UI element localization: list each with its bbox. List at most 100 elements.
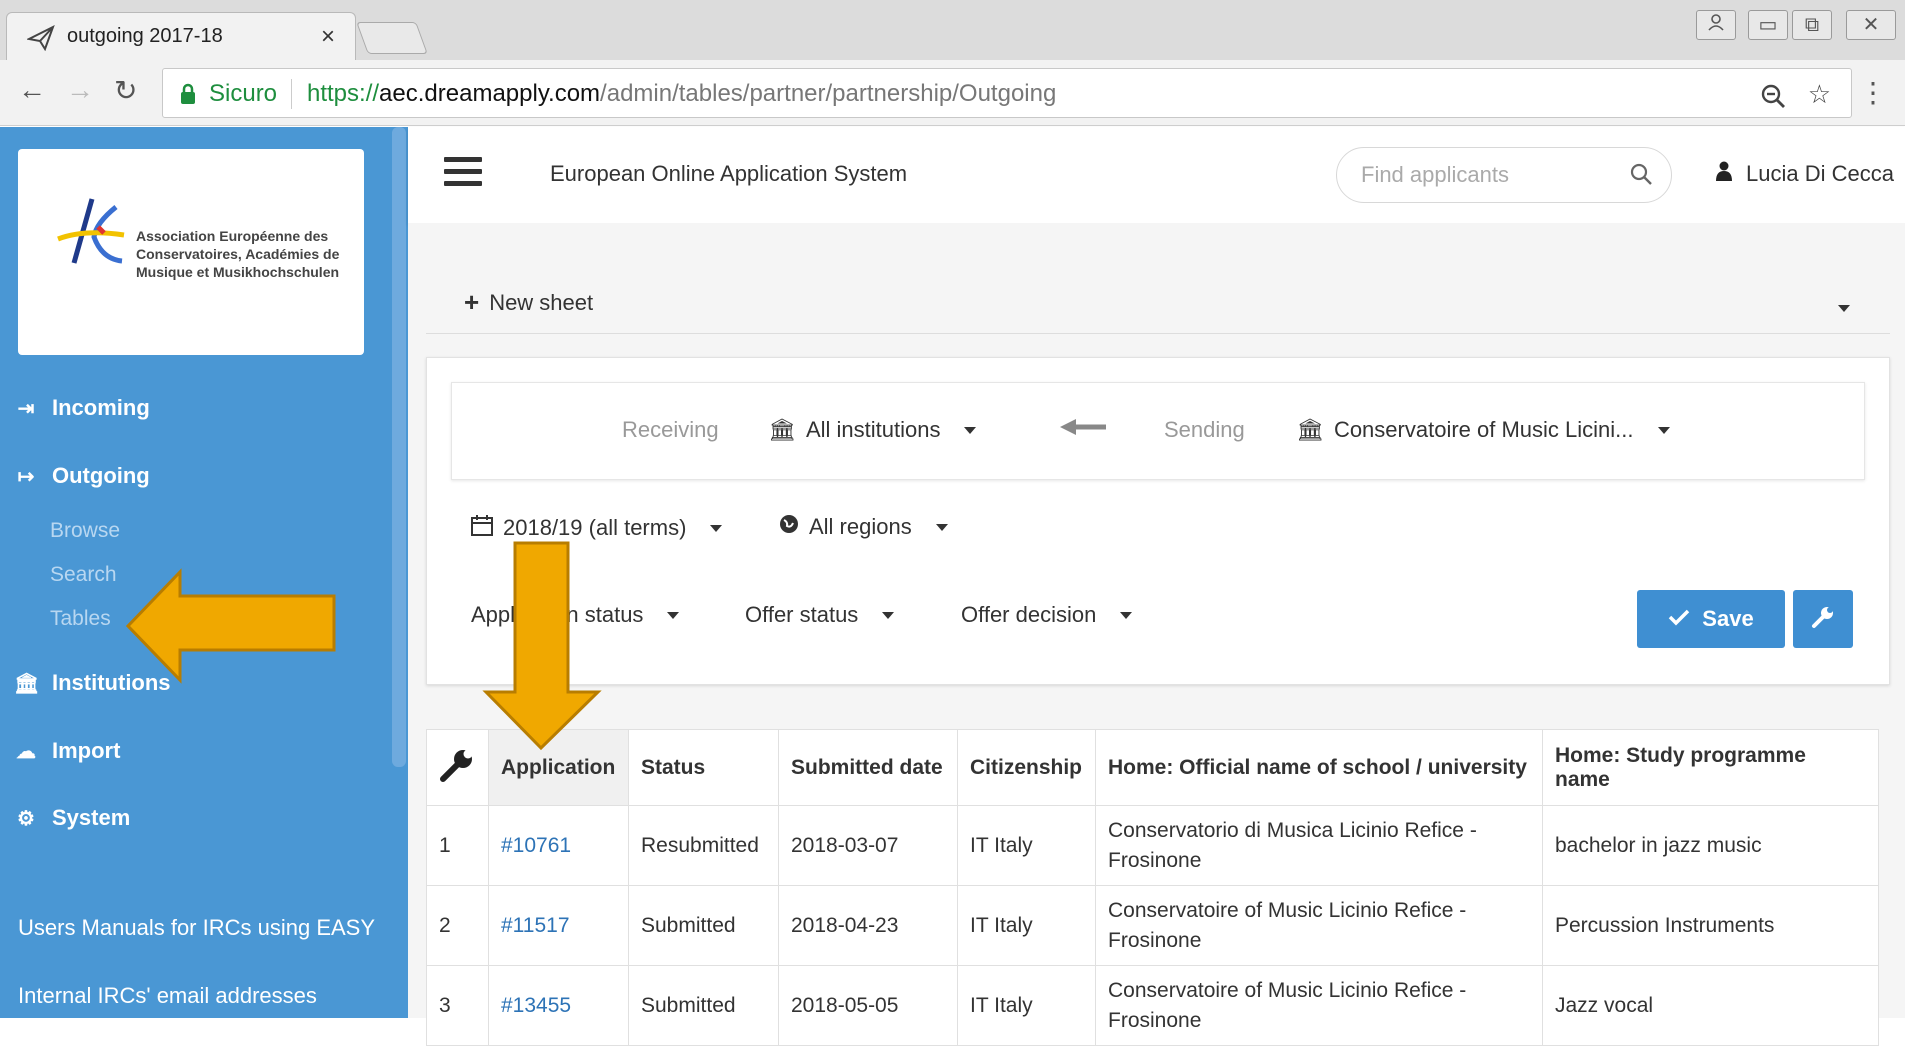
back-arrow-icon[interactable]: ←	[18, 74, 46, 106]
plus-icon: +	[464, 287, 480, 317]
sign-in-icon: ⇥	[17, 397, 35, 420]
secure-label: Sicuro	[209, 80, 278, 107]
column-header[interactable]: Home: Study programme name	[1542, 729, 1879, 806]
globe-icon	[779, 514, 799, 540]
sign-out-icon: ↦	[17, 465, 35, 488]
offer-status-select[interactable]: Offer status	[745, 602, 895, 628]
row-number: 3	[426, 965, 489, 1046]
sheet-divider	[426, 333, 1890, 334]
lock-icon	[179, 83, 197, 110]
receiving-label: Receiving	[622, 417, 719, 442]
window-close-button[interactable]: ✕	[1846, 10, 1896, 40]
programme-cell: Percussion Instruments	[1542, 885, 1879, 966]
table-row[interactable]: 1 #10761 Resubmitted 2018-03-07 IT Italy…	[426, 805, 1879, 886]
zoom-out-icon[interactable]	[1760, 79, 1793, 109]
url-text[interactable]: https://aec.dreamapply.com/admin/tables/…	[307, 80, 1056, 108]
application-status-select[interactable]: Application status	[471, 602, 680, 628]
column-header[interactable]: Home: Official name of school / universi…	[1095, 729, 1543, 806]
school-cell: Conservatoire of Music Licinio Refice - …	[1095, 965, 1543, 1046]
status-cell: Submitted	[628, 965, 779, 1046]
tab-close-button[interactable]: ×	[321, 23, 335, 51]
table-row[interactable]: 3 #13455 Submitted 2018-05-05 IT Italy C…	[426, 965, 1879, 1046]
address-bar[interactable]: Sicuro https://aec.dreamapply.com/admin/…	[162, 68, 1852, 118]
sidebar-subitem-tables[interactable]: Tables	[50, 607, 111, 631]
aec-logo	[54, 193, 134, 278]
browser-titlebar: outgoing 2017-18 × ▭ ⧉ ✕	[0, 0, 1905, 60]
restore-button[interactable]: ⧉	[1792, 10, 1832, 40]
app-title: European Online Application System	[550, 161, 908, 186]
date-cell: 2018-05-05	[778, 965, 958, 1046]
link-users-manuals[interactable]: Users Manuals for IRCs using EASY	[18, 915, 375, 941]
check-icon	[1668, 606, 1690, 632]
caret-down-icon	[882, 611, 895, 619]
minimize-button[interactable]: ▭	[1748, 10, 1788, 40]
table-header-row: Application Status Submitted date Citize…	[426, 729, 1879, 806]
date-cell: 2018-03-07	[778, 805, 958, 886]
caret-down-icon	[667, 611, 680, 619]
new-tab-button[interactable]	[356, 22, 428, 54]
sheet-dropdown-caret[interactable]	[1838, 299, 1850, 317]
search-input[interactable]	[1359, 160, 1609, 190]
forward-arrow-icon[interactable]: →	[66, 74, 94, 106]
caret-down-icon	[1120, 611, 1133, 619]
term-select[interactable]: 2018/19 (all terms)	[471, 514, 723, 542]
sidebar-item-incoming[interactable]: ⇥ Incoming	[14, 395, 150, 421]
bank-icon: 🏛	[768, 417, 796, 442]
sidebar-item-import[interactable]: ☁ Import	[14, 738, 120, 764]
applicant-search[interactable]	[1336, 147, 1672, 203]
sending-select[interactable]: 🏛 Conservatoire of Music Licini...	[1296, 417, 1670, 443]
column-header[interactable]: Submitted date	[778, 729, 958, 806]
status-cell: Submitted	[628, 885, 779, 966]
column-header[interactable]: Status	[628, 729, 779, 806]
application-link[interactable]: #11517	[501, 914, 570, 937]
new-sheet-label: New sheet	[489, 289, 594, 315]
link-irc-emails[interactable]: Internal IRCs' email addresses	[18, 983, 317, 1009]
menu-icon[interactable]	[444, 157, 482, 191]
date-cell: 2018-04-23	[778, 885, 958, 966]
region-select[interactable]: All regions	[779, 514, 948, 540]
save-button[interactable]: Save	[1637, 590, 1785, 648]
main-content: + New sheet Receiving 🏛 All institutions…	[408, 223, 1905, 1046]
application-link[interactable]: #13455	[501, 994, 571, 1017]
table-row[interactable]: 2 #11517 Submitted 2018-04-23 IT Italy C…	[426, 885, 1879, 966]
direction-arrow-icon	[1060, 419, 1106, 435]
profile-icon[interactable]	[1696, 10, 1736, 40]
bookmark-star-icon[interactable]: ☆	[1808, 79, 1831, 109]
browser-menu-icon[interactable]: ⋮	[1859, 76, 1887, 109]
user-menu[interactable]: Lucia Di Cecca	[1716, 161, 1894, 187]
citizenship-cell: IT Italy	[957, 885, 1096, 966]
settings-wrench-button[interactable]	[1793, 590, 1853, 648]
status-cell: Resubmitted	[628, 805, 779, 886]
bank-icon: 🏛	[1296, 417, 1324, 442]
column-header[interactable]: Application	[488, 729, 629, 806]
new-sheet-button[interactable]: + New sheet	[464, 287, 593, 318]
row-number: 2	[426, 885, 489, 966]
sidebar-item-outgoing[interactable]: ↦ Outgoing	[14, 463, 150, 489]
reload-icon[interactable]: ↻	[114, 74, 137, 107]
school-cell: Conservatorio di Musica Licinio Refice -…	[1095, 805, 1543, 886]
sidebar-item-system[interactable]: ⚙ System	[14, 805, 130, 831]
column-header[interactable]: Citizenship	[957, 729, 1096, 806]
sidebar-subitem-search[interactable]: Search	[50, 563, 117, 587]
programme-cell: bachelor in jazz music	[1542, 805, 1879, 886]
address-separator	[291, 79, 292, 109]
browser-tab[interactable]: outgoing 2017-18 ×	[6, 12, 356, 60]
application-link[interactable]: #10761	[501, 834, 571, 857]
citizenship-cell: IT Italy	[957, 805, 1096, 886]
sidebar-item-institutions[interactable]: 🏛 Institutions	[14, 670, 171, 696]
sending-label: Sending	[1164, 417, 1245, 442]
offer-decision-select[interactable]: Offer decision	[961, 602, 1133, 628]
paper-plane-icon	[25, 24, 55, 56]
sidebar-subitem-browse[interactable]: Browse	[50, 519, 120, 543]
bank-icon: 🏛	[14, 672, 40, 695]
column-settings-header[interactable]	[426, 729, 489, 806]
browser-toolbar: ← → ↻ Sicuro https://aec.dreamapply.com/…	[0, 60, 1905, 126]
sidebar: Association Européenne des Conservatoire…	[0, 127, 408, 1018]
search-icon[interactable]	[1629, 162, 1653, 191]
caret-down-icon	[964, 426, 977, 434]
cloud-upload-icon: ☁	[16, 740, 36, 763]
receiving-select[interactable]: 🏛 All institutions	[768, 417, 977, 443]
caret-down-icon	[935, 523, 948, 531]
sidebar-scrollbar[interactable]	[392, 127, 406, 767]
school-cell: Conservatoire of Music Licinio Refice - …	[1095, 885, 1543, 966]
